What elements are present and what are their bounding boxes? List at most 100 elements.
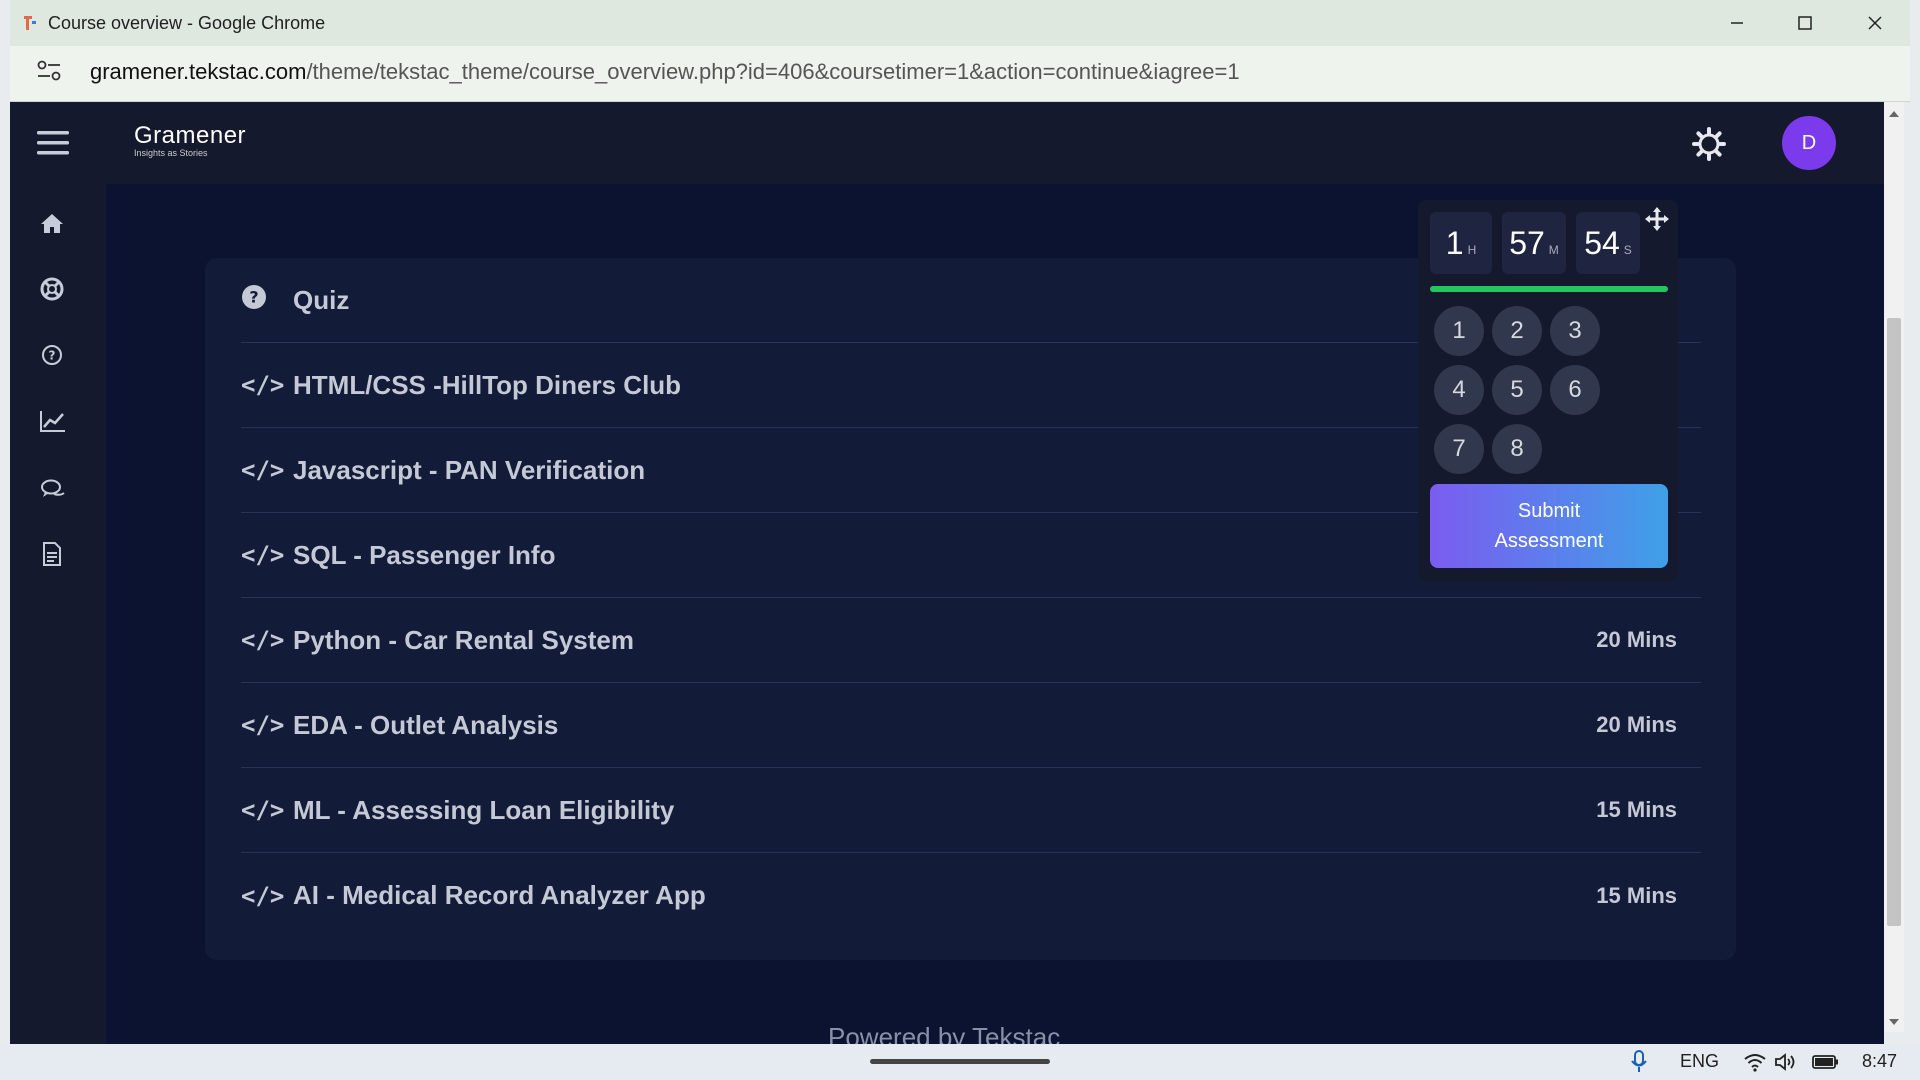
question-nav-button[interactable]: 7 bbox=[1434, 424, 1484, 474]
timer-minutes: 57 M bbox=[1502, 212, 1566, 274]
window-title: Course overview - Google Chrome bbox=[48, 13, 326, 33]
code-icon: </> bbox=[241, 711, 285, 739]
assessment-timer-panel: 1H 57 M 54 S 1 2 3 4 5 6 7 8 Submit Assessm… bbox=[1418, 200, 1678, 582]
minimize-button[interactable] bbox=[1714, 6, 1760, 40]
submit-label-line2: Assessment bbox=[1494, 530, 1604, 552]
question-icon: ? bbox=[241, 284, 281, 316]
microphone-button[interactable] bbox=[1630, 1050, 1648, 1079]
timer-seconds: 54 S bbox=[1576, 212, 1640, 274]
code-icon: </> bbox=[241, 541, 285, 569]
sidebar-item-reports[interactable] bbox=[40, 410, 66, 437]
tekstac-favicon-icon bbox=[22, 14, 38, 32]
document-icon bbox=[43, 542, 61, 566]
course-item-label: Quiz bbox=[293, 284, 350, 315]
code-icon: </> bbox=[241, 371, 285, 399]
code-icon: </> bbox=[241, 796, 285, 824]
maximize-icon bbox=[1798, 16, 1812, 30]
lifebuoy-icon bbox=[40, 277, 64, 301]
course-item-label: HTML/CSS -HillTop Diners Club bbox=[293, 369, 682, 400]
question-number: 4 bbox=[1452, 376, 1466, 403]
scrollbar-thumb[interactable] bbox=[1887, 318, 1901, 926]
course-item-row[interactable]: </> EDA - Outlet Analysis 20 Mins bbox=[241, 683, 1701, 768]
course-item-duration: 15 Mins bbox=[1596, 882, 1677, 908]
question-number: 1 bbox=[1452, 317, 1466, 344]
question-number: 3 bbox=[1568, 317, 1582, 344]
course-item-label: ML - Assessing Loan Eligibility bbox=[293, 794, 675, 825]
course-item-duration: 15 Mins bbox=[1596, 797, 1677, 822]
course-item-row[interactable]: </> Python - Car Rental System 20 Mins bbox=[241, 598, 1701, 683]
course-item-row[interactable]: </> ML - Assessing Loan Eligibility 15 M… bbox=[241, 768, 1701, 853]
question-nav-button[interactable]: 1 bbox=[1434, 306, 1484, 356]
sidebar-item-support[interactable] bbox=[40, 277, 64, 306]
volume-icon[interactable] bbox=[1774, 1052, 1798, 1077]
timer-hours: 1H bbox=[1430, 212, 1492, 274]
course-item-duration: 20 Mins bbox=[1596, 627, 1677, 652]
question-nav-button[interactable]: 6 bbox=[1550, 365, 1600, 415]
clock-time[interactable]: 8:47 bbox=[1862, 1051, 1897, 1072]
question-number: 5 bbox=[1510, 376, 1524, 403]
question-number: 2 bbox=[1510, 317, 1524, 344]
timer-minutes-value: 57 bbox=[1509, 224, 1545, 261]
language-indicator[interactable]: ENG bbox=[1680, 1051, 1719, 1072]
timer-seconds-value: 54 bbox=[1584, 224, 1620, 261]
close-window-button[interactable] bbox=[1852, 6, 1898, 40]
code-icon: </> bbox=[241, 881, 285, 910]
course-item-label: Javascript - PAN Verification bbox=[293, 454, 646, 485]
url-path: /theme/tekstac_theme/course_overview.php… bbox=[306, 59, 1240, 84]
sidebar-item-documents[interactable] bbox=[42, 542, 62, 571]
question-nav-button[interactable]: 2 bbox=[1492, 306, 1542, 356]
tune-icon bbox=[37, 60, 61, 81]
timer-progress-bar bbox=[1430, 286, 1668, 292]
gesture-handle bbox=[870, 1059, 1050, 1064]
question-number: 8 bbox=[1510, 435, 1524, 462]
svg-text:?: ? bbox=[249, 288, 258, 307]
drag-handle[interactable] bbox=[1644, 206, 1670, 237]
code-icon: </> bbox=[241, 456, 285, 484]
site-info-button[interactable] bbox=[36, 60, 62, 87]
url-field[interactable]: gramener.tekstac.com/theme/tekstac_theme… bbox=[90, 59, 1240, 85]
settings-button[interactable] bbox=[1691, 126, 1727, 167]
scroll-up-arrow-icon[interactable] bbox=[1888, 106, 1900, 124]
hamburger-menu-button[interactable] bbox=[36, 128, 70, 163]
question-nav-button[interactable]: 8 bbox=[1492, 424, 1542, 474]
brand-logo[interactable]: Gramener Insights as Stories bbox=[134, 122, 246, 158]
course-item-label: AI - Medical Record Analyzer App bbox=[293, 880, 706, 910]
scroll-down-arrow-icon[interactable] bbox=[1888, 1014, 1900, 1032]
svg-text:?: ? bbox=[49, 349, 56, 363]
sidebar-item-messages[interactable] bbox=[40, 478, 66, 505]
top-navbar bbox=[10, 102, 1884, 184]
user-avatar[interactable]: D bbox=[1782, 116, 1836, 170]
course-item-row[interactable]: </> AI - Medical Record Analyzer App 15 … bbox=[241, 853, 1701, 938]
code-icon: </> bbox=[241, 626, 285, 654]
maximize-button[interactable] bbox=[1782, 6, 1828, 40]
course-item-duration: 20 Mins bbox=[1596, 712, 1677, 737]
question-nav-button[interactable]: 3 bbox=[1550, 306, 1600, 356]
question-nav-button[interactable]: 4 bbox=[1434, 365, 1484, 415]
logo-title: Gramener bbox=[134, 122, 247, 149]
home-icon bbox=[41, 214, 63, 233]
help-circle-icon: ? bbox=[42, 345, 62, 365]
course-item-label: EDA - Outlet Analysis bbox=[293, 709, 559, 740]
timer-hours-unit: H bbox=[1467, 243, 1477, 257]
submit-label-line1: Submit bbox=[1517, 500, 1581, 522]
submit-assessment-button[interactable]: Submit Assessment bbox=[1430, 484, 1668, 568]
timer-progress-fill bbox=[1430, 286, 1668, 292]
chat-bubbles-icon bbox=[41, 479, 65, 497]
wifi-icon[interactable] bbox=[1743, 1052, 1767, 1077]
gear-icon bbox=[1692, 127, 1726, 161]
sidebar-item-home[interactable] bbox=[40, 212, 64, 239]
avatar-letter: D bbox=[1801, 131, 1817, 154]
sidebar bbox=[10, 184, 106, 1044]
microphone-icon bbox=[1631, 1050, 1647, 1072]
question-nav-button[interactable]: 5 bbox=[1492, 365, 1542, 415]
battery-icon[interactable] bbox=[1812, 1053, 1840, 1076]
timer-seconds-unit: S bbox=[1623, 243, 1632, 257]
timer-minutes-unit: M bbox=[1548, 243, 1559, 257]
question-number: 7 bbox=[1452, 435, 1466, 462]
timer-hours-value: 1 bbox=[1445, 224, 1464, 261]
url-host: gramener.tekstac.com bbox=[90, 59, 307, 84]
sidebar-item-help[interactable]: ? bbox=[41, 344, 63, 371]
close-icon bbox=[1868, 16, 1882, 30]
course-item-label: Python - Car Rental System bbox=[293, 624, 634, 655]
question-number: 6 bbox=[1568, 376, 1582, 403]
